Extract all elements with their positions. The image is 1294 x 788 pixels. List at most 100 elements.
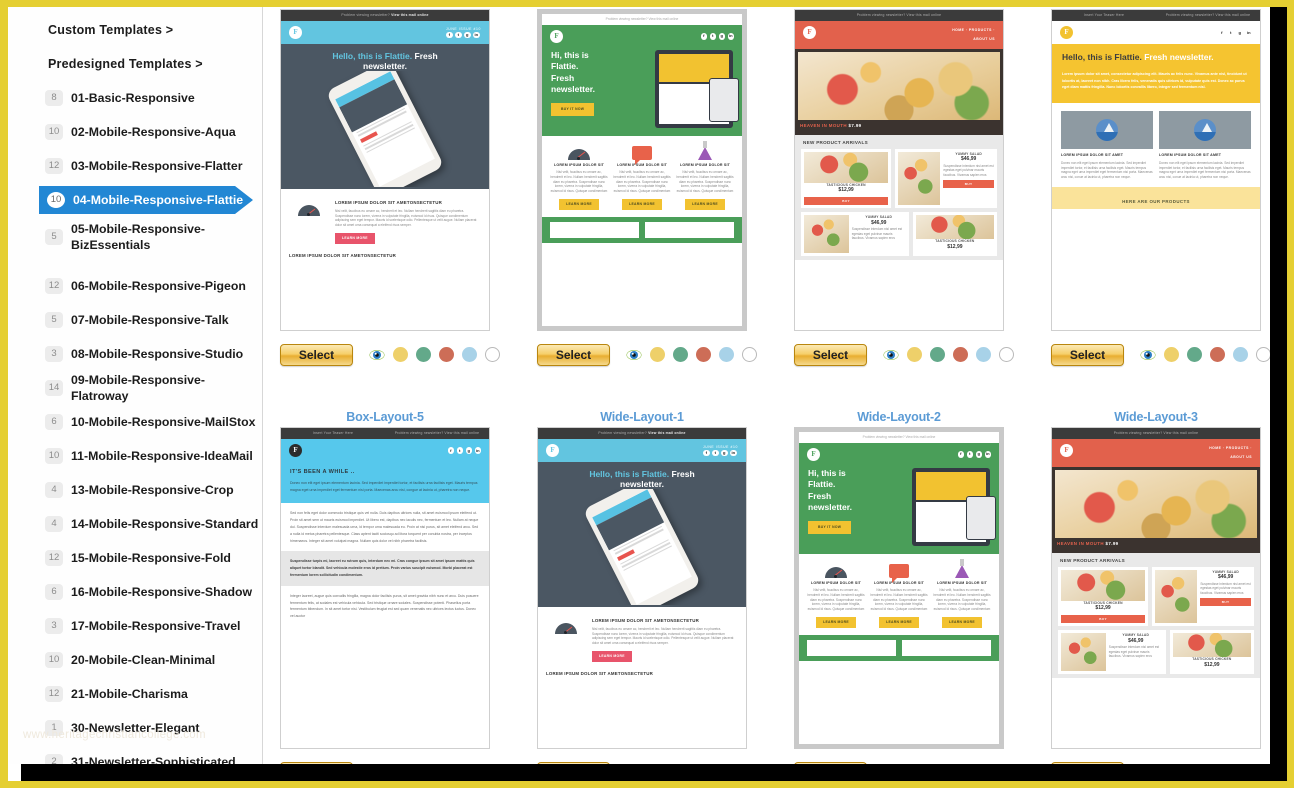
learn-more-button[interactable]: LEARN MORE	[816, 616, 856, 628]
sidebar-item-03-mobile-responsive-flatter[interactable]: 12 03-Mobile-Responsive-Flatter	[9, 149, 262, 183]
product-card[interactable]: TASTICIOUS CHICKEN $12,99	[1169, 630, 1254, 675]
template-preview[interactable]: Problem viewing newsletter? View this ma…	[537, 427, 747, 749]
nav-home[interactable]: HOME	[952, 28, 964, 32]
color-swatch-0[interactable]	[393, 347, 408, 362]
template-card[interactable]: Box-Layout-5 Insert Your Teaser Here Probl…	[270, 407, 500, 764]
sidebar-item-09-mobile-responsive-flatroway[interactable]: 14 09-Mobile-Responsive-Flatroway	[9, 371, 262, 405]
product-card[interactable]: YUMMY SALAD $46,99 Suspendisse interdum ni…	[1058, 630, 1166, 675]
buy-it-now-button[interactable]: BUY IT NOW	[808, 520, 852, 534]
color-swatch-1[interactable]	[416, 347, 431, 362]
color-swatch-4[interactable]	[1256, 347, 1270, 362]
sidebar-item-08-mobile-responsive-studio[interactable]: 3 08-Mobile-Responsive-Studio	[9, 337, 262, 371]
color-swatch-4[interactable]	[999, 347, 1014, 362]
color-swatch-0[interactable]	[650, 347, 665, 362]
sidebar-heading-predesigned-templates[interactable]: Predesigned Templates >	[9, 47, 262, 81]
learn-more-button[interactable]: LEARN MORE	[622, 198, 662, 210]
nav-home[interactable]: HOME	[1209, 446, 1221, 450]
color-swatch-2[interactable]	[953, 347, 968, 362]
template-card[interactable]: Problem viewing newsletter? View this ma…	[527, 7, 757, 369]
sidebar-item-20-mobile-clean-minimal[interactable]: 10 20-Mobile-Clean-Minimal	[9, 643, 262, 677]
nav-products[interactable]: PRODUCTS	[1226, 446, 1249, 450]
eye-icon[interactable]	[626, 347, 642, 363]
sidebar-item-label: 06-Mobile-Responsive-Pigeon	[71, 279, 246, 293]
color-swatch-2[interactable]	[439, 347, 454, 362]
color-swatch-3[interactable]	[1233, 347, 1248, 362]
sidebar-item-04-mobile-responsive-flattie[interactable]: 10 04-Mobile-Responsive-Flattie	[9, 183, 262, 217]
social-in-icon: in	[1245, 29, 1252, 36]
eye-icon[interactable]	[883, 347, 899, 363]
buy-button[interactable]: BUY	[804, 196, 889, 206]
color-swatch-4[interactable]	[485, 347, 500, 362]
buy-button[interactable]: BUY	[1200, 597, 1251, 607]
template-card[interactable]: Problem viewing newsletter? View this ma…	[784, 7, 1014, 369]
buy-it-now-button[interactable]: BUY IT NOW	[551, 102, 595, 116]
template-card[interactable]: Problem viewing newsletter? View this ma…	[270, 7, 500, 369]
sidebar-item-01-basic-responsive[interactable]: 8 01-Basic-Responsive	[9, 81, 262, 115]
product-card[interactable]: YUMMY SALAD $46,99 Suspendisse interdum ni…	[801, 212, 909, 257]
learn-more-button[interactable]: LEARN MORE	[879, 616, 919, 628]
buy-button[interactable]: BUY	[1061, 614, 1146, 624]
color-swatch-2[interactable]	[1210, 347, 1225, 362]
product-card[interactable]: YUMMY SALAD $46,99 Suspendisse interdum ni…	[895, 148, 997, 209]
product-card[interactable]: YUMMY SALAD $46,99 Suspendisse interdum ni…	[1152, 566, 1254, 627]
sidebar-item-15-mobile-responsive-fold[interactable]: 12 15-Mobile-Responsive-Fold	[9, 541, 262, 575]
learn-more-button[interactable]: LEARN MORE	[335, 232, 375, 244]
sidebar-item-21-mobile-charisma[interactable]: 12 21-Mobile-Charisma	[9, 677, 262, 711]
color-swatch-0[interactable]	[1164, 347, 1179, 362]
color-swatch-3[interactable]	[976, 347, 991, 362]
product-card[interactable]: TASTICIOUS CHICKEN $12,99 BUY	[1058, 566, 1149, 627]
template-preview[interactable]: Problem viewing newsletter? View this ma…	[537, 9, 747, 331]
template-card[interactable]: Insert Your Teaser Here Problem viewing n…	[1041, 7, 1270, 369]
learn-more-button[interactable]: LEARN MORE	[559, 198, 599, 210]
product-card[interactable]: TASTICIOUS CHICKEN $12,99 BUY	[801, 148, 892, 209]
select-button[interactable]: Select	[537, 343, 610, 366]
product-card[interactable]: TASTICIOUS CHICKEN $12,99	[912, 212, 997, 257]
color-swatch-1[interactable]	[1187, 347, 1202, 362]
learn-more-button[interactable]: LEARN MORE	[592, 650, 632, 662]
section-title: NEW PRODUCT ARRIVALS	[803, 140, 868, 145]
color-swatch-0[interactable]	[907, 347, 922, 362]
sidebar-item-label: 09-Mobile-Responsive-Flatroway	[71, 373, 205, 403]
eye-icon[interactable]	[1140, 347, 1156, 363]
learn-more-button[interactable]: LEARN MORE	[685, 198, 725, 210]
select-button[interactable]: Select	[280, 343, 353, 366]
eye-icon[interactable]	[369, 347, 385, 363]
nav-about-us[interactable]: ABOUT US	[1230, 455, 1252, 459]
sidebar-item-17-mobile-responsive-travel[interactable]: 3 17-Mobile-Responsive-Travel	[9, 609, 262, 643]
template-preview[interactable]: Problem viewing newsletter? View this ma…	[280, 9, 490, 331]
color-swatch-3[interactable]	[462, 347, 477, 362]
sidebar-item-07-mobile-responsive-talk[interactable]: 5 07-Mobile-Responsive-Talk	[9, 303, 262, 337]
sidebar-item-05-mobile-responsive-bizessentials[interactable]: 5 05-Mobile-Responsive-BizEssentials	[9, 217, 262, 269]
template-preview[interactable]: Problem viewing newsletter? View this ma…	[794, 427, 1004, 749]
template-card[interactable]: Wide-Layout-3 Problem viewing newsletter?…	[1041, 407, 1270, 764]
template-preview[interactable]: Insert Your Teaser Here Problem viewing n…	[280, 427, 490, 749]
select-button[interactable]: Select	[1051, 343, 1124, 366]
learn-more-button[interactable]: LEARN MORE	[942, 616, 982, 628]
template-card[interactable]: Wide-Layout-1 Problem viewing newsletter?…	[527, 407, 757, 764]
template-sidebar[interactable]: Custom Templates > Predesigned Templates…	[9, 7, 263, 764]
sidebar-item-30-newsletter-elegant[interactable]: 1 30-Newsletter-Elegant	[9, 711, 262, 745]
sidebar-item-11-mobile-responsive-ideamail[interactable]: 10 11-Mobile-Responsive-IdeaMail	[9, 439, 262, 473]
sidebar-item-31-newsletter-sophisticated[interactable]: 2 31-Newsletter-Sophisticated	[9, 745, 262, 764]
sidebar-item-10-mobile-responsive-mailstox[interactable]: 6 10-Mobile-Responsive-MailStox	[9, 405, 262, 439]
sidebar-heading-custom-templates[interactable]: Custom Templates >	[9, 13, 262, 47]
color-swatch-3[interactable]	[719, 347, 734, 362]
color-swatch-1[interactable]	[930, 347, 945, 362]
template-preview[interactable]: Problem viewing newsletter? View this ma…	[1051, 427, 1261, 749]
sidebar-item-06-mobile-responsive-pigeon[interactable]: 12 06-Mobile-Responsive-Pigeon	[9, 269, 262, 303]
color-swatch-1[interactable]	[673, 347, 688, 362]
sidebar-item-14-mobile-responsive-standard[interactable]: 4 14-Mobile-Responsive-Standard	[9, 507, 262, 541]
sidebar-item-16-mobile-responsive-shadow[interactable]: 6 16-Mobile-Responsive-Shadow	[9, 575, 262, 609]
template-preview[interactable]: Problem viewing newsletter? View this ma…	[794, 9, 1004, 331]
select-button[interactable]: Select	[794, 343, 867, 366]
template-preview[interactable]: Insert Your Teaser Here Problem viewing n…	[1051, 9, 1261, 331]
sidebar-item-02-mobile-responsive-aqua[interactable]: 10 02-Mobile-Responsive-Aqua	[9, 115, 262, 149]
sidebar-item-13-mobile-responsive-crop[interactable]: 4 13-Mobile-Responsive-Crop	[9, 473, 262, 507]
body-paragraph-1: Sed non felis eget dolor commodo tristiq…	[281, 503, 489, 552]
nav-products[interactable]: PRODUCTS	[969, 28, 992, 32]
color-swatch-4[interactable]	[742, 347, 757, 362]
nav-about-us[interactable]: ABOUT US	[973, 37, 995, 41]
color-swatch-2[interactable]	[696, 347, 711, 362]
template-card[interactable]: Wide-Layout-2 Problem viewing newsletter?…	[784, 407, 1014, 764]
buy-button[interactable]: BUY	[943, 179, 994, 189]
